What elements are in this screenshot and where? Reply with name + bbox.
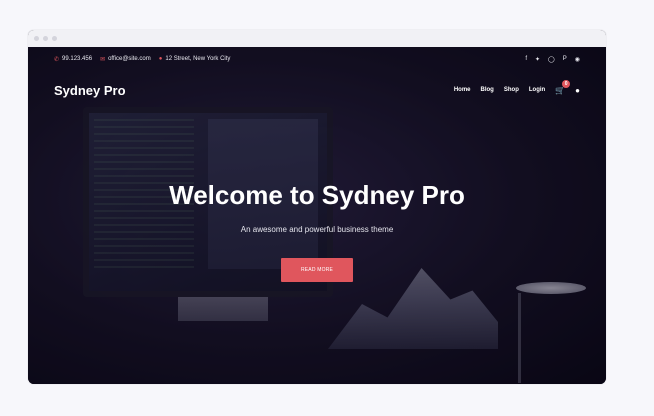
read-more-button[interactable]: READ MORE <box>281 258 353 282</box>
twitter-icon[interactable]: ✦ <box>535 56 540 63</box>
browser-chrome <box>28 30 606 47</box>
nav-item-shop[interactable]: Shop <box>504 87 519 93</box>
phone-text: 99.123.456 <box>62 56 93 62</box>
phone-info[interactable]: ✆ 99.123.456 <box>54 56 92 63</box>
address-text: 12 Street, New York City <box>165 56 231 62</box>
hero-subtitle: An awesome and powerful business theme <box>240 225 394 234</box>
website-hero: ✆ 99.123.456 ✉ office@site.com ● 12 Stre… <box>28 47 606 384</box>
dribbble-icon[interactable]: ◉ <box>575 56 580 63</box>
window-dot <box>52 36 57 41</box>
nav-item-home[interactable]: Home <box>454 87 471 93</box>
cart-count-badge: 0 <box>562 79 571 88</box>
envelope-icon: ✉ <box>100 56 106 63</box>
nav-item-login[interactable]: Login <box>529 87 545 93</box>
site-logo[interactable]: Sydney Pro <box>54 83 126 98</box>
location-icon: ● <box>158 56 163 62</box>
phone-icon: ✆ <box>54 56 60 63</box>
facebook-icon[interactable]: f <box>525 56 527 63</box>
email-text: office@site.com <box>108 56 151 62</box>
instagram-icon[interactable]: ◯ <box>548 56 555 63</box>
nav-menu: Home Blog Shop Login 🛒 0 ● <box>454 79 580 95</box>
nav-item-blog[interactable]: Blog <box>481 87 494 93</box>
pinterest-icon[interactable]: P <box>563 56 567 63</box>
top-info-bar: ✆ 99.123.456 ✉ office@site.com ● 12 Stre… <box>28 47 606 71</box>
cart-button[interactable]: 🛒 0 <box>555 79 571 95</box>
email-info[interactable]: ✉ office@site.com <box>100 56 151 63</box>
social-links: f ✦ ◯ P ◉ <box>525 56 580 63</box>
address-info: ● 12 Street, New York City <box>159 56 231 62</box>
user-icon[interactable]: ● <box>575 86 580 95</box>
window-dot <box>34 36 39 41</box>
window-dot <box>43 36 48 41</box>
hero-title: Welcome to Sydney Pro <box>169 180 465 210</box>
contact-info: ✆ 99.123.456 ✉ office@site.com ● 12 Stre… <box>54 56 230 63</box>
browser-window: ✆ 99.123.456 ✉ office@site.com ● 12 Stre… <box>28 30 606 384</box>
main-navigation: Sydney Pro Home Blog Shop Login 🛒 0 ● <box>28 71 606 109</box>
